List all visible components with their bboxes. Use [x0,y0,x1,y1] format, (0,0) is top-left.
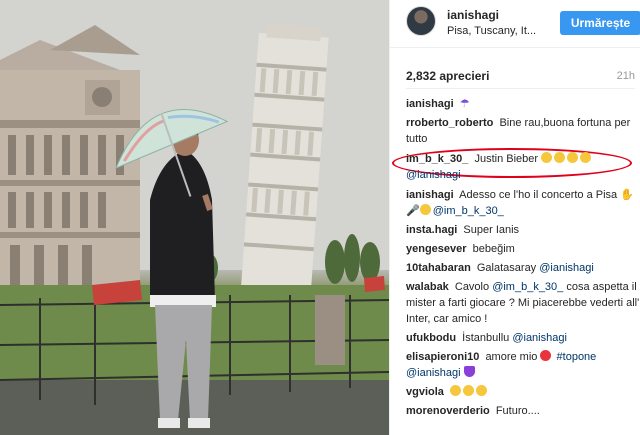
comment: rroberto_roberto Bine rau,buona fortuna … [406,115,640,147]
post-time[interactable]: 21h [617,70,635,82]
comment-username[interactable]: elisapieroni10 [406,351,479,363]
photo-scene [0,0,389,435]
comment-mention[interactable]: @ianishagi [406,367,461,379]
comment-username[interactable]: walabak [406,281,449,293]
comment-mention[interactable]: @im_b_k_30_ [492,281,563,293]
comment-mention[interactable]: @ianishagi [406,169,461,181]
comment: elisapieroni10 amore mio #topone @ianish… [406,349,640,381]
comment-text: bebeğim [472,243,515,255]
purple-heart-icon [463,366,475,377]
comment-mention[interactable]: @im_b_k_30_ [433,205,504,217]
comment: ianishagi ☂ [406,96,640,112]
comment-mention[interactable]: @ianishagi [512,332,567,344]
comment-username[interactable]: ufukbodu [406,332,456,344]
laughing-icon [567,152,579,163]
laughing-icon [449,385,461,396]
comment: morenoverderio Futuro.... [406,403,640,419]
comment-text: Cavolo [454,281,490,293]
comment: walabak Cavolo @im_b_k_30_ cosa aspetta … [406,279,640,327]
microphone-icon: 🎤 [406,204,420,217]
comment-text: amore mio [485,351,538,363]
laughing-icon [419,204,431,215]
comment: ianishagi Adesso ce l'ho il concerto a P… [406,187,640,219]
post-sidebar: ianishagi Pisa, Tuscany, It... Urmărește… [389,0,640,435]
comment-text: Futuro.... [495,405,540,417]
post-location[interactable]: Pisa, Tuscany, It... [447,25,536,37]
comment-text: Galatasaray [476,262,537,274]
comment: 10tahabaran Galatasaray @ianishagi [406,260,640,276]
umbrella-icon: ☂ [459,97,470,110]
comment-username[interactable]: 10tahabaran [406,262,471,274]
laughing-icon [580,152,592,163]
comment-text: Justin Bieber [474,153,539,165]
comment-username[interactable]: insta.hagi [406,224,457,236]
laughing-icon [475,385,487,396]
comment-text: Adesso ce l'ho il concerto a Pisa [459,189,618,201]
post-username[interactable]: ianishagi [447,8,499,22]
follow-button[interactable]: Urmărește [560,11,640,35]
avatar[interactable] [406,6,436,36]
laughing-icon [554,152,566,163]
comment: yengesever bebeğim [406,241,640,257]
comment-list: ianishagi ☂ rroberto_roberto Bine rau,bu… [406,96,640,422]
comment-username[interactable]: morenoverderio [406,405,490,417]
comment: ufukbodu İstanbullu @ianishagi [406,330,640,346]
comment: vgviola [406,384,640,400]
comment-username[interactable]: im_b_k_30_ [406,153,468,165]
comment-hashtag[interactable]: #topone [557,351,597,363]
comment-username[interactable]: vgviola [406,386,444,398]
comment-username[interactable]: ianishagi [406,189,454,201]
heart-eyes-icon [540,350,552,361]
comment-text: Super Ianis [463,224,520,236]
divider [406,88,635,89]
comment-username[interactable]: yengesever [406,243,467,255]
laughing-icon [541,152,553,163]
comment-username[interactable]: ianishagi [406,98,454,110]
post-header: ianishagi Pisa, Tuscany, It... Urmărește [390,0,640,48]
post-photo[interactable] [0,0,389,435]
comment-text: İstanbullu [462,332,510,344]
laughing-icon [462,385,474,396]
comment: im_b_k_30_ Justin Bieber @ianishagi [406,151,640,183]
comment: insta.hagi Super Ianis [406,222,640,238]
likes-row: 2,832 aprecieri 21h [406,66,635,84]
comment-username[interactable]: rroberto_roberto [406,117,493,129]
comment-mention[interactable]: @ianishagi [539,262,594,274]
hand-icon: ✋ [620,188,634,201]
likes-count[interactable]: 2,832 aprecieri [406,69,489,83]
